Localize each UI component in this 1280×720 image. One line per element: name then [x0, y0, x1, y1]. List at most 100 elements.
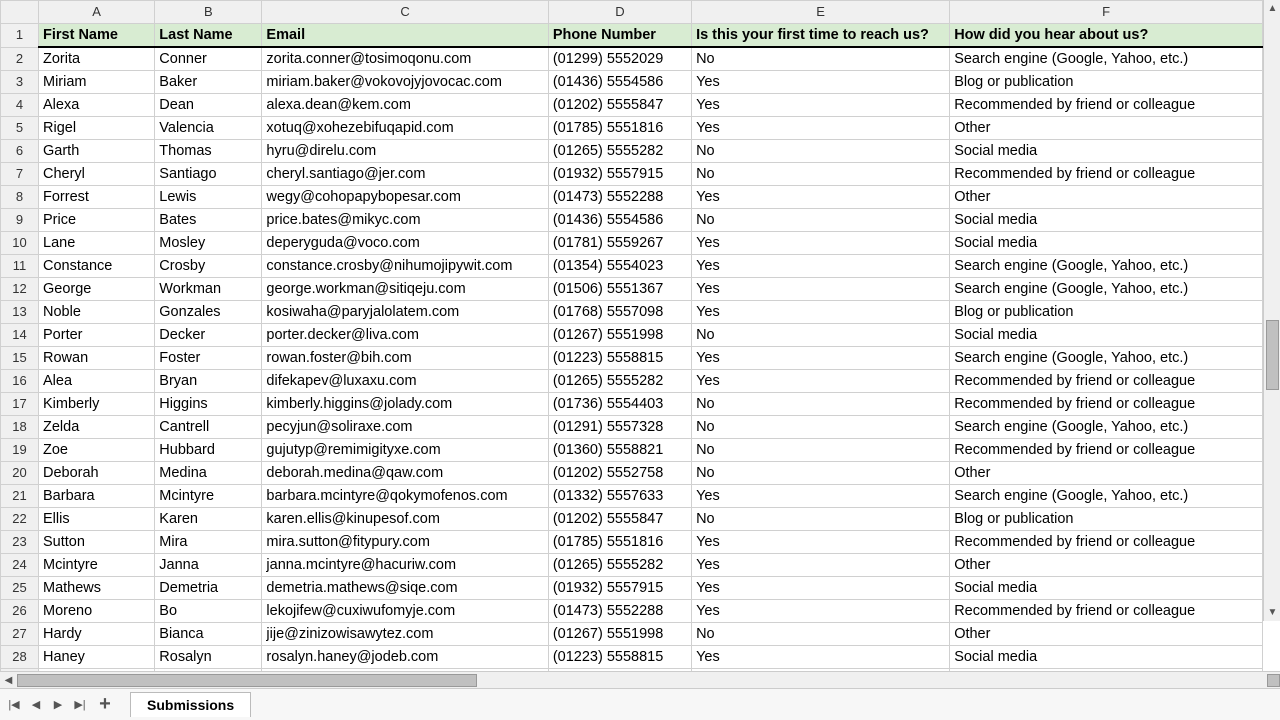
data-cell[interactable]: Miriam — [39, 71, 155, 94]
data-cell[interactable]: (01473) 5552288 — [548, 600, 691, 623]
data-cell[interactable]: Valencia — [155, 117, 262, 140]
data-cell[interactable]: Other — [950, 554, 1263, 577]
data-cell[interactable]: Medina — [155, 462, 262, 485]
data-cell[interactable]: alexa.dean@kem.com — [262, 94, 548, 117]
data-cell[interactable]: Yes — [692, 577, 950, 600]
data-cell[interactable]: (01932) 5557915 — [548, 577, 691, 600]
data-cell[interactable]: Rosalyn — [155, 646, 262, 669]
data-cell[interactable]: No — [692, 163, 950, 186]
data-cell[interactable]: Crosby — [155, 255, 262, 278]
data-cell[interactable]: Social media — [950, 232, 1263, 255]
data-cell[interactable]: karen.ellis@kinupesof.com — [262, 508, 548, 531]
hscroll-track[interactable]: ◀ ▶ — [0, 672, 1280, 688]
data-cell[interactable]: No — [692, 140, 950, 163]
data-cell[interactable]: gujutyp@remimigityxe.com — [262, 439, 548, 462]
row-header[interactable]: 6 — [1, 140, 39, 163]
row-header[interactable]: 27 — [1, 623, 39, 646]
data-cell[interactable]: Yes — [692, 531, 950, 554]
data-cell[interactable]: Mosley — [155, 232, 262, 255]
data-cell[interactable]: (01506) 5551367 — [548, 278, 691, 301]
data-cell[interactable]: (01781) 5559267 — [548, 232, 691, 255]
row-header[interactable]: 20 — [1, 462, 39, 485]
header-cell[interactable]: Email — [262, 24, 548, 48]
data-cell[interactable]: deborah.medina@qaw.com — [262, 462, 548, 485]
data-cell[interactable]: Sutton — [39, 531, 155, 554]
data-cell[interactable]: (01436) 5554586 — [548, 209, 691, 232]
data-cell[interactable]: (01265) 5555282 — [548, 554, 691, 577]
data-cell[interactable]: Bianca — [155, 623, 262, 646]
row-header[interactable]: 23 — [1, 531, 39, 554]
column-header[interactable]: C — [262, 1, 548, 24]
data-cell[interactable]: (01785) 5551816 — [548, 117, 691, 140]
tab-nav-last[interactable]: ▶| — [70, 694, 90, 716]
data-cell[interactable]: barbara.mcintyre@qokymofenos.com — [262, 485, 548, 508]
data-cell[interactable]: Yes — [692, 600, 950, 623]
vertical-scrollbar[interactable]: ▲ ▼ — [1263, 0, 1280, 621]
data-cell[interactable]: Zoe — [39, 439, 155, 462]
data-cell[interactable]: lekojifew@cuxiwufomyje.com — [262, 600, 548, 623]
data-cell[interactable]: Recommended by friend or colleague — [950, 531, 1263, 554]
data-cell[interactable]: constance.crosby@nihumojipywit.com — [262, 255, 548, 278]
data-cell[interactable]: Baker — [155, 71, 262, 94]
data-cell[interactable]: Cantrell — [155, 416, 262, 439]
data-cell[interactable]: Yes — [692, 485, 950, 508]
data-cell[interactable]: Blog or publication — [950, 71, 1263, 94]
data-cell[interactable]: (01768) 5557098 — [548, 301, 691, 324]
row-header[interactable]: 16 — [1, 370, 39, 393]
row-header[interactable]: 4 — [1, 94, 39, 117]
data-cell[interactable]: Yes — [692, 554, 950, 577]
data-cell[interactable]: Mcintyre — [155, 485, 262, 508]
row-header[interactable]: 28 — [1, 646, 39, 669]
data-cell[interactable]: Noble — [39, 301, 155, 324]
data-cell[interactable]: George — [39, 278, 155, 301]
data-cell[interactable]: demetria.mathews@siqe.com — [262, 577, 548, 600]
data-cell[interactable]: Yes — [692, 278, 950, 301]
data-cell[interactable]: rowan.foster@bih.com — [262, 347, 548, 370]
data-cell[interactable]: Gonzales — [155, 301, 262, 324]
data-cell[interactable]: difekapev@luxaxu.com — [262, 370, 548, 393]
data-cell[interactable]: pecyjun@soliraxe.com — [262, 416, 548, 439]
data-cell[interactable]: No — [692, 623, 950, 646]
row-header[interactable]: 11 — [1, 255, 39, 278]
data-cell[interactable]: (01202) 5555847 — [548, 508, 691, 531]
data-cell[interactable]: Jessica — [155, 669, 262, 672]
horizontal-scrollbar[interactable]: ◀ ▶ — [0, 671, 1280, 688]
data-cell[interactable]: No — [692, 209, 950, 232]
data-cell[interactable]: Deborah — [39, 462, 155, 485]
data-cell[interactable]: xotuq@xohezebifuqapid.com — [262, 117, 548, 140]
row-header[interactable]: 13 — [1, 301, 39, 324]
data-cell[interactable]: Moreno — [39, 600, 155, 623]
data-cell[interactable]: Price — [39, 209, 155, 232]
data-cell[interactable]: mira.sutton@fitypury.com — [262, 531, 548, 554]
data-cell[interactable]: Other — [950, 623, 1263, 646]
row-header[interactable]: 10 — [1, 232, 39, 255]
data-cell[interactable]: Porter — [39, 324, 155, 347]
data-cell[interactable]: Other — [950, 186, 1263, 209]
data-cell[interactable]: Foster — [155, 347, 262, 370]
data-cell[interactable]: Santiago — [155, 163, 262, 186]
data-cell[interactable]: (01736) 5554403 — [548, 393, 691, 416]
data-cell[interactable]: wegy@cohopapybopesar.com — [262, 186, 548, 209]
row-header[interactable]: 8 — [1, 186, 39, 209]
data-cell[interactable]: (01299) 5552029 — [548, 47, 691, 71]
row-header[interactable]: 19 — [1, 439, 39, 462]
header-cell[interactable]: How did you hear about us? — [950, 24, 1263, 48]
data-cell[interactable]: Blog or publication — [950, 301, 1263, 324]
tab-nav-first[interactable]: |◀ — [4, 694, 24, 716]
data-cell[interactable]: Search engine (Google, Yahoo, etc.) — [950, 47, 1263, 71]
scroll-down-icon[interactable]: ▼ — [1264, 604, 1280, 621]
header-cell[interactable]: Phone Number — [548, 24, 691, 48]
data-cell[interactable]: (01265) 5555282 — [548, 140, 691, 163]
row-header[interactable]: 3 — [1, 71, 39, 94]
data-cell[interactable]: (01332) 5557633 — [548, 485, 691, 508]
data-cell[interactable]: Bryan — [155, 370, 262, 393]
data-cell[interactable]: Search engine (Google, Yahoo, etc.) — [950, 416, 1263, 439]
data-cell[interactable]: Higgins — [155, 393, 262, 416]
data-cell[interactable]: Demetria — [155, 577, 262, 600]
data-cell[interactable]: No — [692, 324, 950, 347]
column-header[interactable]: D — [548, 1, 691, 24]
data-cell[interactable]: Recommended by friend or colleague — [950, 393, 1263, 416]
data-cell[interactable]: Yes — [692, 117, 950, 140]
data-cell[interactable]: Garth — [39, 140, 155, 163]
header-cell[interactable]: Last Name — [155, 24, 262, 48]
